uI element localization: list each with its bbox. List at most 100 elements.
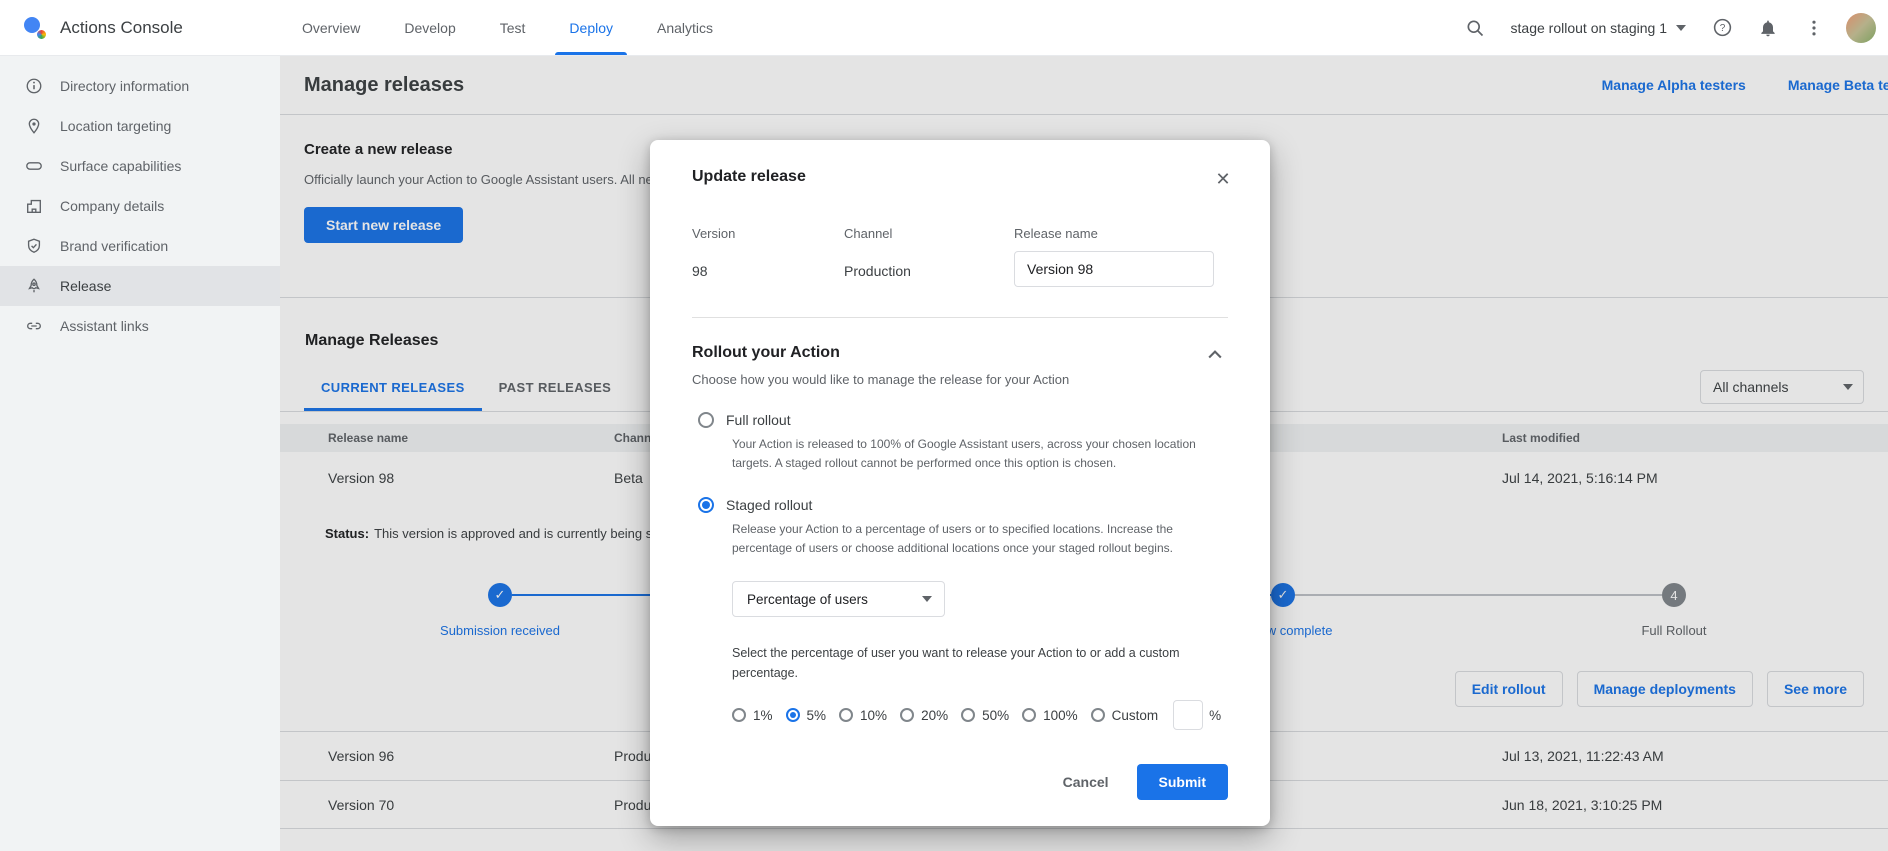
- percentage-options: 1% 5% 10% 20% 50% 100% Custom %: [732, 700, 1228, 730]
- sidebar-item-label: Surface capabilities: [60, 158, 181, 174]
- sidebar-item-label: Assistant links: [60, 318, 149, 334]
- release-name-field: Release name: [1014, 226, 1228, 287]
- percent-label: 10%: [860, 708, 887, 723]
- percent-radio-100[interactable]: [1022, 708, 1036, 722]
- percentage-help-text: Select the percentage of user you want t…: [732, 643, 1184, 683]
- version-label: Version: [692, 226, 844, 241]
- percent-option-1[interactable]: 1%: [732, 708, 773, 723]
- sidebar-item-label: Release: [60, 278, 111, 294]
- percent-radio-10[interactable]: [839, 708, 853, 722]
- sidebar-item-label: Directory information: [60, 78, 189, 94]
- staged-rollout-radio-row[interactable]: Staged rollout: [698, 497, 1228, 513]
- sidebar-item-label: Brand verification: [60, 238, 168, 254]
- percent-option-10[interactable]: 10%: [839, 708, 887, 723]
- rocket-icon: [24, 276, 44, 296]
- surface-icon: [24, 156, 44, 176]
- search-icon[interactable]: [1455, 8, 1495, 48]
- staged-rollout-option: Staged rollout Release your Action to a …: [692, 497, 1228, 557]
- nav-overview[interactable]: Overview: [280, 0, 382, 55]
- cancel-button[interactable]: Cancel: [1045, 765, 1127, 799]
- release-name-input[interactable]: [1014, 251, 1214, 287]
- chevron-down-icon: [1676, 25, 1686, 31]
- full-rollout-radio[interactable]: [698, 412, 714, 428]
- svg-text:?: ?: [1719, 23, 1725, 34]
- avatar[interactable]: [1846, 13, 1876, 43]
- full-rollout-option: Full rollout Your Action is released to …: [692, 412, 1228, 472]
- percent-label: Custom: [1112, 708, 1159, 723]
- percent-radio-1[interactable]: [732, 708, 746, 722]
- app-title: Actions Console: [60, 18, 183, 38]
- percent-radio-custom[interactable]: [1091, 708, 1105, 722]
- more-vertical-icon[interactable]: [1794, 8, 1834, 48]
- release-name-label: Release name: [1014, 226, 1228, 241]
- logo-area: Actions Console: [0, 0, 280, 55]
- channel-field: Channel Production: [844, 226, 1014, 287]
- full-rollout-label: Full rollout: [726, 412, 791, 428]
- help-icon[interactable]: ?: [1702, 8, 1742, 48]
- update-release-dialog: Update release ✕ Version 98 Channel Prod…: [650, 140, 1270, 826]
- percent-option-50[interactable]: 50%: [961, 708, 1009, 723]
- percent-option-20[interactable]: 20%: [900, 708, 948, 723]
- percent-label: 100%: [1043, 708, 1078, 723]
- dialog-title: Update release: [692, 168, 1228, 186]
- nav-develop[interactable]: Develop: [382, 0, 477, 55]
- dialog-footer: Cancel Submit: [692, 764, 1228, 800]
- chevron-down-icon: [922, 596, 932, 602]
- topbar-right: stage rollout on staging 1 ?: [1455, 0, 1888, 55]
- sidebar-item-location-targeting[interactable]: Location targeting: [0, 106, 280, 146]
- chevron-up-icon[interactable]: [1202, 344, 1228, 366]
- sidebar-item-surface-capabilities[interactable]: Surface capabilities: [0, 146, 280, 186]
- location-icon: [24, 116, 44, 136]
- top-navigation: Overview Develop Test Deploy Analytics: [280, 0, 735, 55]
- full-rollout-description: Your Action is released to 100% of Googl…: [732, 435, 1198, 472]
- staged-rollout-label: Staged rollout: [726, 497, 812, 513]
- sidebar-item-company-details[interactable]: Company details: [0, 186, 280, 226]
- rollout-method-select[interactable]: Percentage of users: [732, 581, 945, 617]
- topbar: Actions Console Overview Develop Test De…: [0, 0, 1888, 56]
- release-fields: Version 98 Channel Production Release na…: [692, 226, 1228, 287]
- version-field: Version 98: [692, 226, 844, 287]
- percent-option-5[interactable]: 5%: [786, 708, 827, 723]
- percent-option-custom[interactable]: Custom: [1091, 708, 1159, 723]
- divider: [692, 317, 1228, 318]
- sidebar-item-brand-verification[interactable]: Brand verification: [0, 226, 280, 266]
- rollout-method-value: Percentage of users: [747, 592, 868, 607]
- close-icon[interactable]: ✕: [1208, 164, 1238, 194]
- full-rollout-radio-row[interactable]: Full rollout: [698, 412, 1228, 428]
- link-icon: [24, 316, 44, 336]
- sidebar-item-assistant-links[interactable]: Assistant links: [0, 306, 280, 346]
- version-value: 98: [692, 263, 844, 279]
- percent-label: 50%: [982, 708, 1009, 723]
- actions-console-logo-icon: [22, 15, 48, 41]
- percent-label: 20%: [921, 708, 948, 723]
- sidebar-item-label: Company details: [60, 198, 164, 214]
- nav-analytics[interactable]: Analytics: [635, 0, 735, 55]
- submit-button[interactable]: Submit: [1137, 764, 1228, 800]
- custom-percentage-input[interactable]: [1173, 700, 1203, 730]
- percent-label: 5%: [807, 708, 827, 723]
- percent-suffix: %: [1209, 708, 1221, 723]
- company-icon: [24, 196, 44, 216]
- staged-rollout-description: Release your Action to a percentage of u…: [732, 520, 1198, 557]
- info-icon: [24, 76, 44, 96]
- project-name: stage rollout on staging 1: [1511, 20, 1667, 36]
- sidebar-item-directory-information[interactable]: Directory information: [0, 66, 280, 106]
- sidebar-item-release[interactable]: Release: [0, 266, 280, 306]
- sidebar-item-label: Location targeting: [60, 118, 171, 134]
- percent-label: 1%: [753, 708, 773, 723]
- project-selector[interactable]: stage rollout on staging 1: [1501, 14, 1696, 42]
- percent-radio-20[interactable]: [900, 708, 914, 722]
- nav-deploy[interactable]: Deploy: [547, 0, 635, 55]
- rollout-title: Rollout your Action: [692, 344, 1069, 362]
- sidebar: Directory information Location targeting…: [0, 56, 280, 851]
- channel-value: Production: [844, 263, 1014, 279]
- rollout-subtitle: Choose how you would like to manage the …: [692, 372, 1069, 387]
- staged-rollout-radio[interactable]: [698, 497, 714, 513]
- percent-radio-50[interactable]: [961, 708, 975, 722]
- notifications-bell-icon[interactable]: [1748, 8, 1788, 48]
- percent-option-100[interactable]: 100%: [1022, 708, 1078, 723]
- rollout-section-header: Rollout your Action Choose how you would…: [692, 344, 1228, 387]
- percent-radio-5[interactable]: [786, 708, 800, 722]
- shield-icon: [24, 236, 44, 256]
- nav-test[interactable]: Test: [478, 0, 548, 55]
